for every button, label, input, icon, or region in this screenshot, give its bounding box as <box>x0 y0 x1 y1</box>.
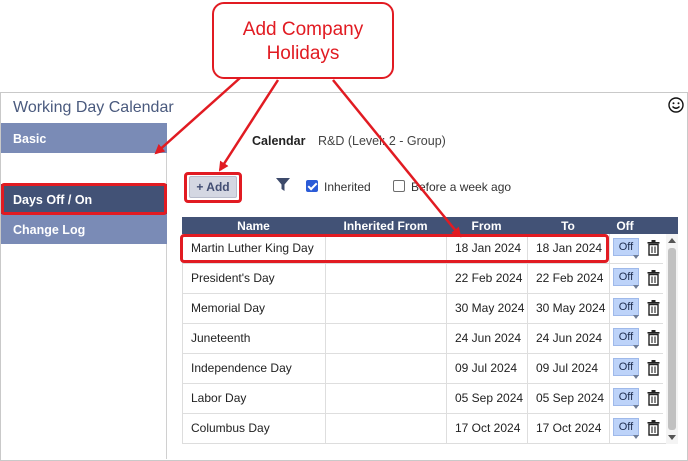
caret-down-icon <box>633 405 639 409</box>
annotation-highlight-sidebar <box>1 183 167 215</box>
cell-name: Columbus Day <box>183 414 326 443</box>
off-button[interactable]: Off <box>613 358 639 376</box>
cell-from: 17 Oct 2024 <box>447 414 528 443</box>
caret-down-icon <box>633 315 639 319</box>
cell-name: President's Day <box>183 264 326 294</box>
cell-inherited-from <box>326 354 447 384</box>
trash-icon[interactable] <box>647 300 660 316</box>
trash-icon[interactable] <box>647 240 660 256</box>
header-off[interactable]: Off <box>610 219 640 233</box>
off-button[interactable]: Off <box>613 298 639 316</box>
sidebar-item-change-log[interactable]: Change Log <box>1 214 167 244</box>
before-week-label: Before a week ago <box>411 180 512 194</box>
off-button[interactable]: Off <box>613 418 639 436</box>
table-header: Name Inherited From From To Off <box>182 217 678 234</box>
calendar-label: Calendar <box>252 134 306 148</box>
cell-from: 05 Sep 2024 <box>447 384 528 414</box>
caret-down-icon <box>633 345 639 349</box>
off-dropdown[interactable]: Off <box>613 238 639 260</box>
app-title: Working Day Calendar <box>13 99 174 116</box>
cell-name: Independence Day <box>183 354 326 384</box>
annotation-callout: Add Company Holidays <box>212 2 394 79</box>
cell-to: 22 Feb 2024 <box>528 264 610 294</box>
scrollbar-thumb[interactable] <box>668 248 676 430</box>
off-dropdown[interactable]: Off <box>613 328 639 350</box>
off-button[interactable]: Off <box>613 328 639 346</box>
off-button[interactable]: Off <box>613 268 639 286</box>
trash-icon[interactable] <box>647 390 660 406</box>
cell-from: 22 Feb 2024 <box>447 264 528 294</box>
caret-down-icon <box>633 255 639 259</box>
caret-down-icon <box>633 375 639 379</box>
filter-icon[interactable] <box>276 178 290 192</box>
off-dropdown[interactable]: Off <box>613 268 639 290</box>
table-row[interactable]: Labor Day 05 Sep 2024 05 Sep 2024 Off <box>183 384 663 414</box>
add-button[interactable]: + Add <box>189 176 237 198</box>
cell-inherited-from <box>326 264 447 294</box>
annotation-highlight-row <box>180 234 609 263</box>
off-dropdown[interactable]: Off <box>613 298 639 320</box>
calendar-value: R&D (Level: 2 - Group) <box>318 134 446 148</box>
sidebar: Basic Days Off / On Change Log <box>1 123 167 459</box>
inherited-label: Inherited <box>324 180 371 194</box>
cell-to: 30 May 2024 <box>528 294 610 324</box>
header-name[interactable]: Name <box>182 219 325 233</box>
cell-name: Labor Day <box>183 384 326 414</box>
off-button[interactable]: Off <box>613 388 639 406</box>
before-week-checkbox[interactable] <box>393 180 405 192</box>
cell-from: 24 Jun 2024 <box>447 324 528 354</box>
header-from[interactable]: From <box>446 219 527 233</box>
cell-inherited-from <box>326 414 447 443</box>
caret-down-icon <box>633 435 639 439</box>
off-dropdown[interactable]: Off <box>613 418 639 440</box>
table-row[interactable]: Juneteenth 24 Jun 2024 24 Jun 2024 Off <box>183 324 663 354</box>
table-row[interactable]: Columbus Day 17 Oct 2024 17 Oct 2024 Off <box>183 414 663 443</box>
trash-icon[interactable] <box>647 270 660 286</box>
cell-to: 05 Sep 2024 <box>528 384 610 414</box>
trash-icon[interactable] <box>647 420 660 436</box>
holiday-table-body: Martin Luther King Day 18 Jan 2024 18 Ja… <box>182 234 678 444</box>
cell-inherited-from <box>326 294 447 324</box>
cell-to: 09 Jul 2024 <box>528 354 610 384</box>
cell-to: 17 Oct 2024 <box>528 414 610 443</box>
smiley-icon[interactable] <box>668 97 684 113</box>
table-row[interactable]: Independence Day 09 Jul 2024 09 Jul 2024… <box>183 354 663 384</box>
cell-inherited-from <box>326 384 447 414</box>
scroll-down-icon[interactable] <box>668 435 676 440</box>
inherited-checkbox[interactable] <box>306 180 318 192</box>
header-inherited-from[interactable]: Inherited From <box>325 219 446 233</box>
scroll-up-icon[interactable] <box>668 238 676 243</box>
cell-from: 09 Jul 2024 <box>447 354 528 384</box>
off-dropdown[interactable]: Off <box>613 388 639 410</box>
cell-inherited-from <box>326 324 447 354</box>
trash-icon[interactable] <box>647 330 660 346</box>
off-dropdown[interactable]: Off <box>613 358 639 380</box>
table-row[interactable]: Memorial Day 30 May 2024 30 May 2024 Off <box>183 294 663 324</box>
header-to[interactable]: To <box>527 219 609 233</box>
table-row[interactable]: President's Day 22 Feb 2024 22 Feb 2024 … <box>183 264 663 294</box>
cell-name: Memorial Day <box>183 294 326 324</box>
caret-down-icon <box>633 285 639 289</box>
trash-icon[interactable] <box>647 360 660 376</box>
cell-to: 24 Jun 2024 <box>528 324 610 354</box>
sidebar-item-basic[interactable]: Basic <box>1 123 167 153</box>
cell-name: Juneteenth <box>183 324 326 354</box>
cell-from: 30 May 2024 <box>447 294 528 324</box>
off-button[interactable]: Off <box>613 238 639 256</box>
